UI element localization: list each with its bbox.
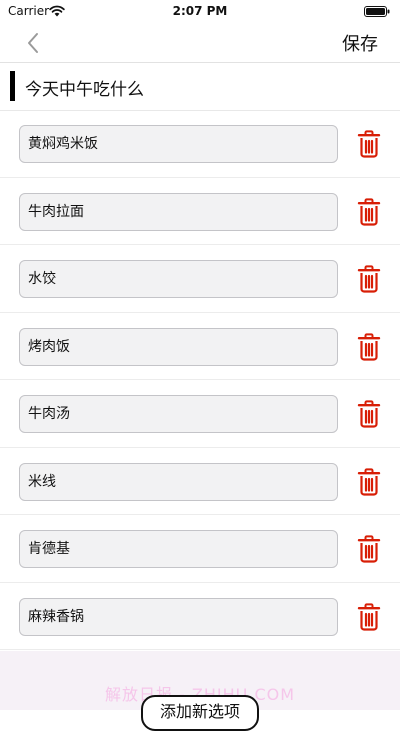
trash-icon[interactable] bbox=[357, 602, 381, 631]
option-input[interactable]: 水饺 bbox=[19, 260, 338, 298]
option-input[interactable]: 牛肉拉面 bbox=[19, 192, 338, 231]
status-bar: Carrier 2:07 PM bbox=[0, 0, 400, 24]
trash-icon[interactable] bbox=[357, 400, 381, 428]
chevron-left-icon[interactable] bbox=[22, 28, 50, 58]
title-row: 今天中午吃什么 bbox=[0, 63, 400, 111]
list-item: 黄焖鸡米饭 bbox=[0, 110, 400, 178]
list-item: 肯德基 bbox=[0, 515, 400, 583]
trash-icon[interactable] bbox=[357, 332, 381, 361]
list-item: 米线 bbox=[0, 448, 400, 515]
add-option-button[interactable]: 添加新选项 bbox=[141, 695, 259, 731]
navigation-bar: 保存 bbox=[0, 24, 400, 63]
trash-icon[interactable] bbox=[357, 197, 381, 226]
option-input[interactable]: 麻辣香锅 bbox=[19, 597, 338, 636]
trash-icon[interactable] bbox=[357, 535, 381, 563]
trash-icon[interactable] bbox=[357, 467, 381, 496]
option-input[interactable]: 烤肉饭 bbox=[19, 327, 338, 366]
list-item: 水饺 bbox=[0, 245, 400, 313]
footer: 解放日报 - ZHIHU.COM 添加新选项 bbox=[0, 651, 400, 731]
option-input[interactable]: 黄焖鸡米饭 bbox=[19, 125, 338, 163]
page-title: 今天中午吃什么 bbox=[25, 80, 144, 100]
battery-icon bbox=[364, 6, 390, 17]
option-input[interactable]: 米线 bbox=[19, 462, 338, 501]
options-list: 黄焖鸡米饭 牛肉拉面 水饺 烤肉饭 牛肉汤 米线 肯德基 麻辣香锅 bbox=[0, 110, 400, 650]
trash-icon[interactable] bbox=[357, 130, 381, 158]
option-input[interactable]: 牛肉汤 bbox=[19, 395, 338, 433]
option-input[interactable]: 肯德基 bbox=[19, 530, 338, 568]
list-item: 烤肉饭 bbox=[0, 313, 400, 380]
status-time: 2:07 PM bbox=[172, 4, 228, 18]
list-item: 牛肉汤 bbox=[0, 380, 400, 448]
save-button[interactable]: 保存 bbox=[342, 30, 378, 56]
list-item: 麻辣香锅 bbox=[0, 583, 400, 650]
list-item: 牛肉拉面 bbox=[0, 178, 400, 245]
trash-icon[interactable] bbox=[357, 265, 381, 293]
title-accent-bar bbox=[10, 71, 15, 101]
